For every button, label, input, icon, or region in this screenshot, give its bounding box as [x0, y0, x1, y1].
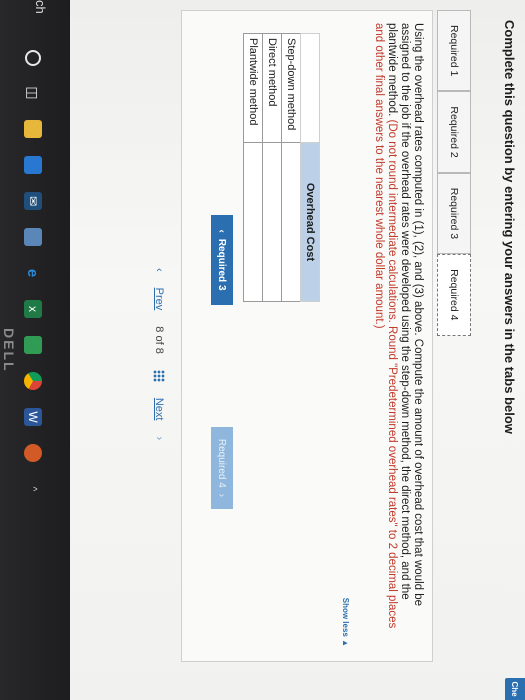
- table-header-row: Overhead Cost: [300, 33, 320, 302]
- row-label-plantwide: Plantwide method: [243, 33, 263, 143]
- tab-required-4[interactable]: Required 4: [437, 254, 471, 336]
- edge-icon[interactable]: e: [24, 264, 42, 282]
- page-total: 8: [153, 347, 165, 354]
- store-icon[interactable]: [24, 228, 42, 246]
- app-orange-icon[interactable]: [24, 444, 42, 462]
- question-page: Complete this question by entering your …: [70, 0, 525, 700]
- next-required-label: Required 4: [216, 438, 228, 488]
- show-less-link[interactable]: Show less ▲: [341, 598, 350, 647]
- taskbar-icons: ◫ ✉ e x W ^: [24, 50, 42, 498]
- monitor-screen: Complete this question by entering your …: [0, 0, 525, 700]
- pager-next-chevron-icon: ›: [153, 436, 165, 441]
- input-step-down[interactable]: [281, 142, 301, 302]
- required-tabs: Required 1 Required 2 Required 3 Require…: [437, 10, 471, 336]
- taskbar-search-fragment[interactable]: ch: [33, 0, 48, 14]
- question-text: Using the overhead rates computed in (1)…: [372, 23, 424, 643]
- page-of: of: [153, 335, 165, 345]
- table-row: Plantwide method: [243, 33, 263, 302]
- dell-logo: DELL: [1, 328, 17, 373]
- table-row: Direct method: [262, 33, 282, 302]
- tray-chevron-icon[interactable]: ^: [24, 480, 42, 498]
- overhead-table: Overhead Cost Step-down method Direct me…: [243, 33, 320, 302]
- app-green-icon[interactable]: [24, 336, 42, 354]
- row-label-direct: Direct method: [262, 33, 282, 143]
- page-indicator: 8 of 8: [153, 326, 165, 354]
- pager-prev-chevron-icon: ‹: [153, 268, 165, 272]
- row-label-step-down: Step-down method: [281, 33, 301, 143]
- prev-required-label: Required 3: [216, 238, 228, 291]
- prev-required-button[interactable]: ‹ Required 3: [211, 215, 233, 305]
- table-row: Step-down method: [281, 33, 301, 302]
- chevron-right-icon: ›: [216, 493, 228, 498]
- instruction-text: Complete this question by entering your …: [502, 20, 517, 434]
- app-blue-icon[interactable]: [24, 156, 42, 174]
- tab-panel: Using the overhead rates computed in (1)…: [181, 10, 433, 662]
- question-pager: ‹ Prev 8 of 8 Next ›: [153, 268, 165, 508]
- input-direct[interactable]: [262, 142, 282, 302]
- pager-next-link[interactable]: Next: [153, 398, 165, 421]
- next-required-button[interactable]: Required 4 ›: [211, 427, 233, 509]
- task-view-icon[interactable]: ◫: [24, 84, 42, 102]
- chevron-left-icon: ‹: [216, 229, 228, 233]
- chrome-icon[interactable]: [24, 372, 42, 390]
- table-corner: [300, 33, 320, 143]
- photo-scene: Complete this question by entering your …: [0, 0, 525, 700]
- column-header-overhead-cost: Overhead Cost: [300, 142, 320, 302]
- word-icon[interactable]: W: [24, 408, 42, 426]
- check-button[interactable]: Che: [505, 678, 525, 700]
- cortana-icon[interactable]: [25, 50, 41, 66]
- file-explorer-icon[interactable]: [24, 120, 42, 138]
- mail-icon[interactable]: ✉: [24, 192, 42, 210]
- tab-required-2[interactable]: Required 2: [437, 91, 471, 173]
- grid-icon[interactable]: [153, 369, 165, 382]
- input-plantwide[interactable]: [243, 142, 263, 302]
- tab-required-3[interactable]: Required 3: [437, 172, 471, 255]
- page-current: 8: [153, 326, 165, 333]
- tab-required-1[interactable]: Required 1: [437, 10, 471, 92]
- pager-prev-link[interactable]: Prev: [153, 288, 165, 311]
- excel-icon[interactable]: x: [24, 300, 42, 318]
